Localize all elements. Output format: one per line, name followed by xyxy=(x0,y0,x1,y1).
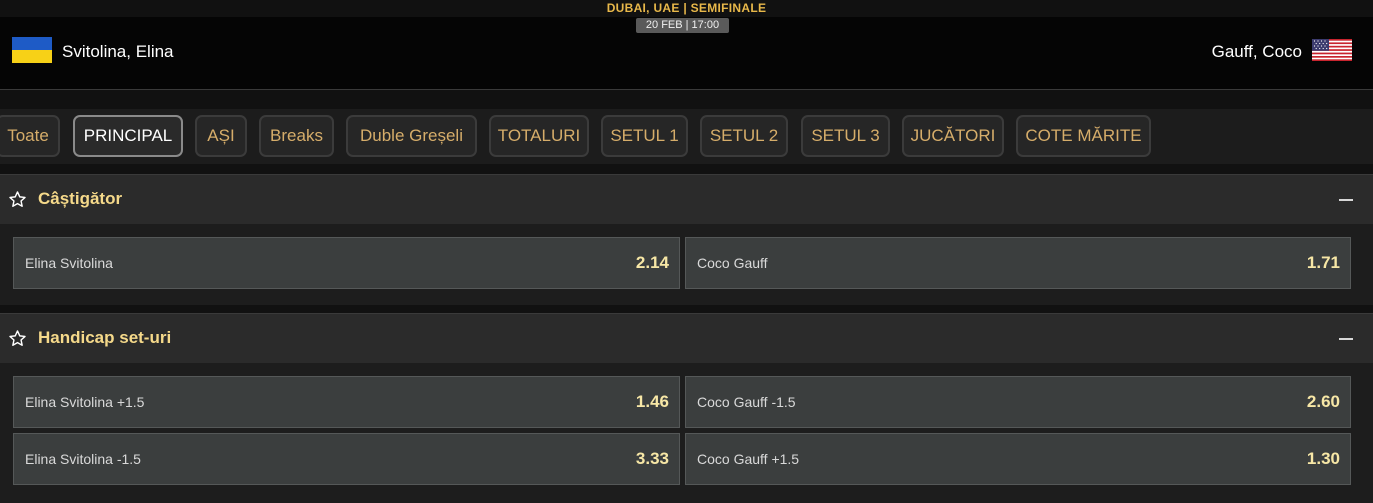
home-player-name: Svitolina, Elina xyxy=(62,42,174,61)
market-title: Câștigător xyxy=(38,189,123,208)
odd-button[interactable]: Elina Svitolina 2.14 xyxy=(13,237,680,289)
market-body-winner: Elina Svitolina 2.14 Coco Gauff 1.71 xyxy=(0,224,1373,305)
tab-totaluri[interactable]: TOTALURI xyxy=(489,115,589,157)
odd-button[interactable]: Coco Gauff -1.5 2.60 xyxy=(685,376,1351,428)
market-body-set-handicap: Elina Svitolina +1.5 1.46 Coco Gauff -1.… xyxy=(0,363,1373,503)
selection-label: Coco Gauff xyxy=(697,255,768,271)
odd-button[interactable]: Elina Svitolina -1.5 3.33 xyxy=(13,433,680,485)
selection-label: Coco Gauff +1.5 xyxy=(697,451,800,467)
odd-price: 2.14 xyxy=(635,253,669,272)
event-date-badge: 20 FEB | 17:00 xyxy=(636,18,729,33)
tab-breaks[interactable]: Breaks xyxy=(259,115,334,157)
odd-price: 1.71 xyxy=(1306,253,1340,272)
tab-setul-2[interactable]: SETUL 2 xyxy=(700,115,788,157)
selection-label: Elina Svitolina +1.5 xyxy=(25,394,145,410)
event-title: DUBAI, UAE | SEMIFINALE xyxy=(606,1,767,15)
tab-setul-3[interactable]: SETUL 3 xyxy=(801,115,890,157)
tab-toate[interactable]: Toate xyxy=(0,115,60,157)
match-header: DUBAI, UAE | SEMIFINALE 20 FEB | 17:00 S… xyxy=(0,0,1373,90)
tab-jucatori[interactable]: JUCĂTORI xyxy=(902,115,1004,157)
market-tabs: Toate PRINCIPAL AȘI Breaks Duble Greșeli… xyxy=(0,109,1373,164)
collapse-icon[interactable] xyxy=(1339,199,1353,201)
collapse-icon[interactable] xyxy=(1339,338,1353,340)
odd-button[interactable]: Coco Gauff 1.71 xyxy=(685,237,1351,289)
odd-price: 2.60 xyxy=(1306,392,1340,411)
market-title: Handicap set-uri xyxy=(38,328,172,347)
tab-asi[interactable]: AȘI xyxy=(195,115,247,157)
away-player-name: Gauff, Coco xyxy=(1211,42,1302,61)
usa-flag-icon xyxy=(1312,39,1352,61)
odd-price: 1.30 xyxy=(1306,449,1340,468)
ukraine-flag-icon xyxy=(12,37,52,63)
star-icon[interactable] xyxy=(8,329,27,348)
selection-label: Elina Svitolina xyxy=(25,255,113,271)
tab-duble-greseli[interactable]: Duble Greșeli xyxy=(346,115,477,157)
selection-label: Coco Gauff -1.5 xyxy=(697,394,796,410)
selection-label: Elina Svitolina -1.5 xyxy=(25,451,141,467)
odd-price: 1.46 xyxy=(635,392,669,411)
star-icon[interactable] xyxy=(8,190,27,209)
tab-cote-marite[interactable]: COTE MĂRITE xyxy=(1016,115,1151,157)
tab-setul-1[interactable]: SETUL 1 xyxy=(601,115,688,157)
market-header-winner[interactable]: Câștigător xyxy=(0,174,1373,224)
market-header-set-handicap[interactable]: Handicap set-uri xyxy=(0,313,1373,363)
odd-button[interactable]: Coco Gauff +1.5 1.30 xyxy=(685,433,1351,485)
odd-price: 3.33 xyxy=(635,449,669,468)
tab-principal[interactable]: PRINCIPAL xyxy=(73,115,183,157)
odd-button[interactable]: Elina Svitolina +1.5 1.46 xyxy=(13,376,680,428)
